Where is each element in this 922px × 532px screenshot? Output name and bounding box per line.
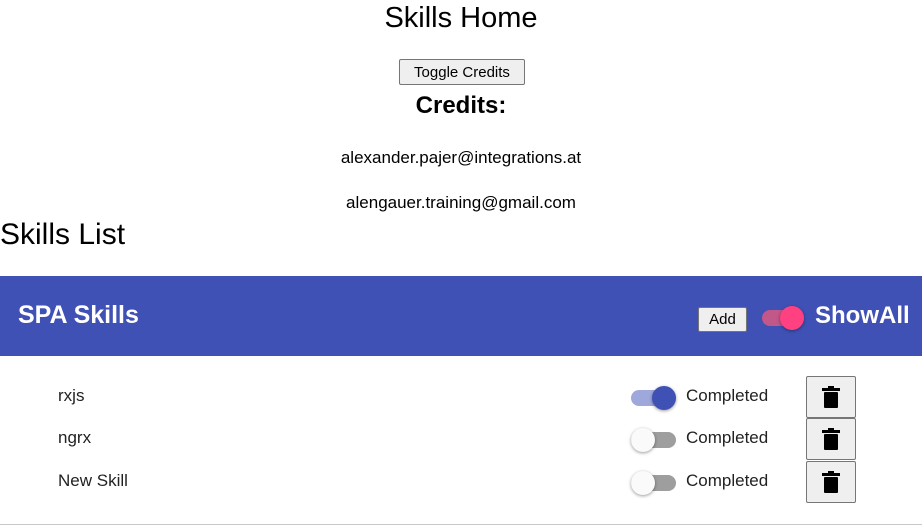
- delete-skill-button[interactable]: [806, 461, 856, 503]
- completed-toggle-thumb: [631, 471, 655, 495]
- showall-label: ShowAll: [815, 302, 910, 329]
- credit-email-2: alengauer.training@gmail.com: [346, 193, 576, 212]
- delete-skill-button[interactable]: [806, 376, 856, 418]
- showall-toggle-thumb: [780, 306, 804, 330]
- trash-icon: [822, 471, 840, 493]
- trash-icon: [822, 386, 840, 408]
- skill-name: rxjs: [58, 386, 85, 405]
- completed-label: Completed: [686, 471, 769, 490]
- skills-list-title: Skills List: [0, 218, 126, 251]
- credits-heading: Credits:: [415, 92, 507, 119]
- showall-toggle[interactable]: [762, 306, 804, 330]
- completed-toggle[interactable]: [631, 386, 676, 410]
- credit-email-1: alexander.pajer@integrations.at: [340, 148, 582, 167]
- skill-name: New Skill: [58, 471, 128, 490]
- skills-toolbar: SPA Skills Add ShowAll: [0, 276, 922, 356]
- skill-name: ngrx: [58, 428, 92, 447]
- delete-skill-button[interactable]: [806, 418, 856, 460]
- completed-toggle[interactable]: [631, 471, 676, 495]
- list-item: rxjs Completed: [0, 376, 922, 418]
- list-item: New Skill Completed: [0, 461, 922, 503]
- completed-toggle-thumb: [652, 386, 676, 410]
- skill-list: rxjs Completed ngrx Completed New Skill …: [0, 356, 922, 525]
- completed-toggle-thumb: [631, 428, 655, 452]
- page-title: Skills Home: [384, 2, 538, 34]
- completed-label: Completed: [686, 386, 769, 405]
- list-item: ngrx Completed: [0, 418, 922, 460]
- completed-label: Completed: [686, 428, 769, 447]
- add-skill-button[interactable]: Add: [698, 307, 747, 332]
- toggle-credits-button[interactable]: Toggle Credits: [399, 59, 525, 85]
- trash-icon: [822, 428, 840, 450]
- completed-toggle[interactable]: [631, 428, 676, 452]
- toolbar-title: SPA Skills: [18, 301, 139, 329]
